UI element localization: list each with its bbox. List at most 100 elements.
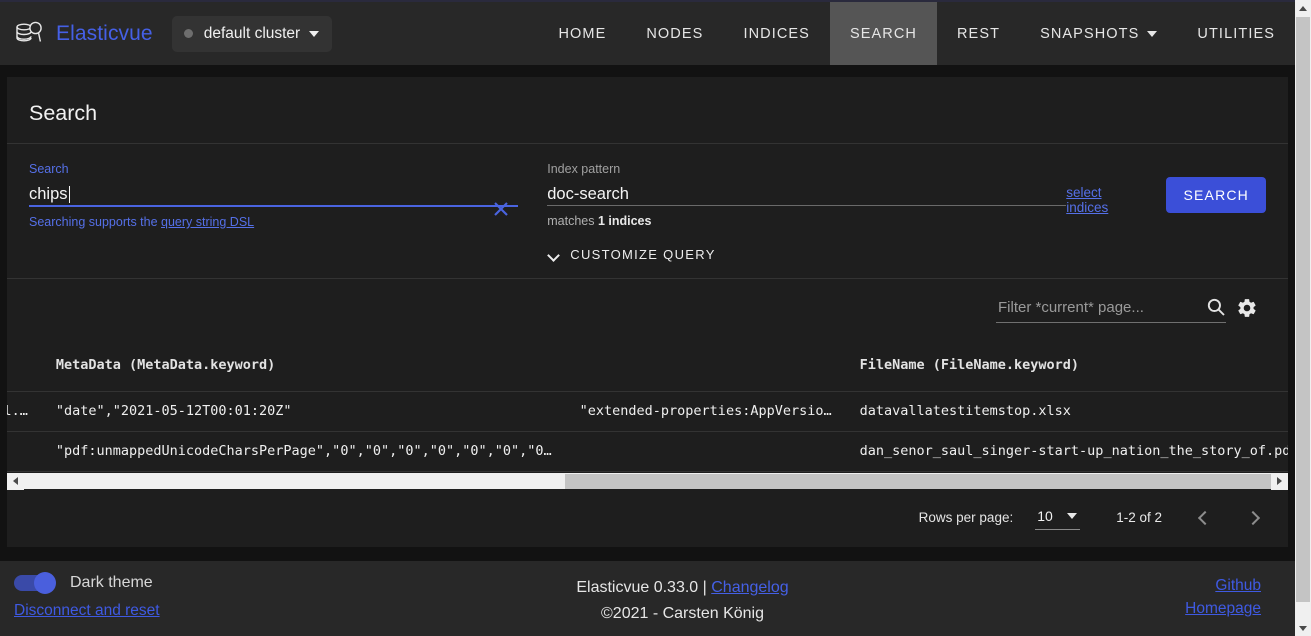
nav-label: SNAPSHOTS bbox=[1040, 25, 1140, 42]
cell-text: "pdf:unmappedUnicodeCharsPerPage","0","0… bbox=[55, 443, 552, 459]
nav-label: INDICES bbox=[743, 25, 810, 42]
index-pattern-value: doc-search bbox=[547, 185, 629, 203]
query-form: Search chips Searching supports the quer… bbox=[7, 144, 1288, 278]
version-line: Elasticvue 0.33.0 | Changelog bbox=[400, 575, 965, 601]
cell-text: "extended-properties:AppVersio… bbox=[579, 403, 832, 419]
footer: Dark theme Disconnect and reset Elasticv… bbox=[0, 561, 1295, 636]
scrollbar-thumb[interactable] bbox=[1296, 17, 1310, 602]
table-row[interactable]: "pdf:unmappedUnicodeCharsPerPage","0","0… bbox=[7, 431, 1288, 472]
matches-count: 1 indices bbox=[597, 214, 652, 228]
filter-input[interactable] bbox=[996, 299, 1226, 323]
search-input[interactable]: chips bbox=[29, 178, 518, 205]
page-vertical-scrollbar[interactable] bbox=[1295, 0, 1311, 636]
results-section: MetaData (MetaData.keyword) FileName (Fi… bbox=[7, 279, 1288, 547]
search-icon[interactable] bbox=[1206, 297, 1226, 317]
nav-item-home[interactable]: HOME bbox=[538, 2, 626, 65]
query-string-dsl-link[interactable]: query string DSL bbox=[161, 215, 254, 229]
table-cell: "extended-properties:AppVersio… bbox=[565, 391, 846, 432]
database-search-icon bbox=[11, 18, 47, 50]
triangle-up-icon[interactable] bbox=[1295, 0, 1311, 16]
table-cell: officedocument.spreadsheetml.… bbox=[7, 391, 42, 432]
table-cell: datavallatestitemstop.xlsx bbox=[845, 391, 1288, 432]
nav-label: REST bbox=[956, 25, 1001, 42]
table-header-row: MetaData (MetaData.keyword) FileName (Fi… bbox=[7, 339, 1288, 392]
table-cell bbox=[565, 431, 846, 472]
table-header-cell-metadata[interactable]: MetaData (MetaData.keyword) bbox=[41, 339, 566, 392]
chevron-down-icon bbox=[548, 251, 561, 259]
table-horizontal-scrollbar[interactable] bbox=[7, 471, 1288, 490]
query-actions: select indices SEARCH bbox=[1066, 162, 1266, 215]
chevron-left-icon[interactable] bbox=[1196, 508, 1212, 528]
nav-links: HOME NODES INDICES SEARCH REST SNAPSHOTS… bbox=[538, 2, 1295, 65]
rows-per-page-select[interactable]: 10 bbox=[1035, 505, 1081, 530]
changelog-link[interactable]: Changelog bbox=[711, 579, 788, 596]
table-row[interactable]: officedocument.spreadsheetml.… "date","2… bbox=[7, 391, 1288, 432]
nav-label: SEARCH bbox=[849, 25, 917, 42]
cell-text: "date","2021-05-12T00:01:20Z" bbox=[55, 403, 292, 419]
text-cursor bbox=[68, 186, 70, 203]
disconnect-and-reset-link[interactable]: Disconnect and reset bbox=[14, 602, 160, 620]
table-header-cell[interactable] bbox=[7, 339, 42, 392]
nav-label: UTILITIES bbox=[1197, 25, 1275, 42]
cluster-selector[interactable]: default cluster bbox=[171, 15, 333, 52]
footer-right: Github Homepage bbox=[965, 574, 1295, 620]
pagination-range: 1-2 of 2 bbox=[1116, 510, 1162, 525]
close-x-icon[interactable] bbox=[490, 198, 512, 220]
nav-item-indices[interactable]: INDICES bbox=[723, 2, 830, 65]
table-header-cell-filename[interactable]: FileName (FileName.keyword) bbox=[845, 339, 1288, 392]
customize-query-toggle[interactable]: CUSTOMIZE QUERY bbox=[548, 228, 1066, 262]
brand[interactable]: Elasticvue bbox=[11, 18, 153, 50]
toggle-knob bbox=[34, 572, 56, 594]
cell-text: datavallatestitemstop.xlsx bbox=[859, 403, 1071, 419]
cluster-label: default cluster bbox=[203, 24, 301, 42]
pagination: Rows per page: 10 1-2 of 2 bbox=[7, 489, 1288, 547]
nav-item-snapshots[interactable]: SNAPSHOTS bbox=[1020, 2, 1177, 65]
cell-text: dan_senor_saul_singer-start-up_nation_th… bbox=[859, 443, 1288, 459]
brand-name: Elasticvue bbox=[56, 21, 153, 45]
chevron-right-icon[interactable] bbox=[1246, 508, 1262, 528]
dark-theme-toggle[interactable] bbox=[14, 572, 56, 594]
rows-per-page-label: Rows per page: bbox=[918, 510, 1014, 525]
scrollbar-thumb[interactable] bbox=[565, 473, 1277, 489]
nav-item-utilities[interactable]: UTILITIES bbox=[1177, 2, 1295, 65]
elasticvue-app: Elasticvue default cluster HOME NODES IN… bbox=[0, 0, 1311, 636]
rows-per-page-value: 10 bbox=[1037, 508, 1053, 524]
search-input-value: chips bbox=[29, 185, 68, 203]
search-card: Search Search chips Searching supports t… bbox=[7, 77, 1288, 547]
index-matches-text: matches 1 indices bbox=[547, 206, 1066, 228]
homepage-link[interactable]: Homepage bbox=[965, 597, 1261, 620]
copyright-line: ©2021 - Carsten König bbox=[601, 605, 764, 622]
version-text: Elasticvue 0.33.0 | bbox=[576, 579, 712, 596]
nav-item-rest[interactable]: REST bbox=[937, 2, 1020, 65]
github-link[interactable]: Github bbox=[965, 574, 1261, 597]
cluster-status-dot bbox=[183, 29, 193, 38]
search-button[interactable]: SEARCH bbox=[1166, 177, 1266, 213]
table-cell: "pdf:unmappedUnicodeCharsPerPage","0","0… bbox=[41, 431, 566, 472]
filter-box bbox=[996, 297, 1226, 323]
triangle-right-icon[interactable] bbox=[1271, 472, 1288, 490]
nav-label: HOME bbox=[558, 25, 607, 42]
nav-item-nodes[interactable]: NODES bbox=[626, 2, 723, 65]
page-title: Search bbox=[29, 101, 98, 125]
dark-theme-label: Dark theme bbox=[70, 574, 153, 591]
chevron-down-icon bbox=[309, 30, 320, 37]
navbar: Elasticvue default cluster HOME NODES IN… bbox=[0, 2, 1295, 65]
index-pattern-input[interactable]: doc-search bbox=[547, 178, 1066, 205]
index-pattern-field-group: Index pattern doc-search matches 1 indic… bbox=[547, 162, 1067, 228]
triangle-down-icon[interactable] bbox=[1295, 620, 1311, 636]
nav-item-search[interactable]: SEARCH bbox=[829, 2, 937, 65]
select-indices-link[interactable]: select indices bbox=[1066, 185, 1140, 215]
table-cell bbox=[7, 431, 42, 472]
filter-row bbox=[7, 279, 1288, 323]
cell-text: officedocument.spreadsheetml.… bbox=[7, 403, 28, 419]
table-header-cell[interactable] bbox=[565, 339, 846, 392]
index-pattern-label: Index pattern bbox=[547, 162, 621, 176]
gear-icon[interactable] bbox=[1236, 297, 1258, 319]
results-table: MetaData (MetaData.keyword) FileName (Fi… bbox=[7, 339, 1288, 472]
footer-center: Elasticvue 0.33.0 | Changelog ©2021 - Ca… bbox=[400, 574, 965, 627]
triangle-left-icon[interactable] bbox=[7, 472, 24, 490]
search-hint-text: Searching supports the bbox=[29, 215, 162, 229]
matches-prefix: matches bbox=[547, 214, 598, 228]
dark-theme-row: Dark theme bbox=[14, 572, 400, 594]
search-hint: Searching supports the query string DSL bbox=[29, 207, 518, 229]
